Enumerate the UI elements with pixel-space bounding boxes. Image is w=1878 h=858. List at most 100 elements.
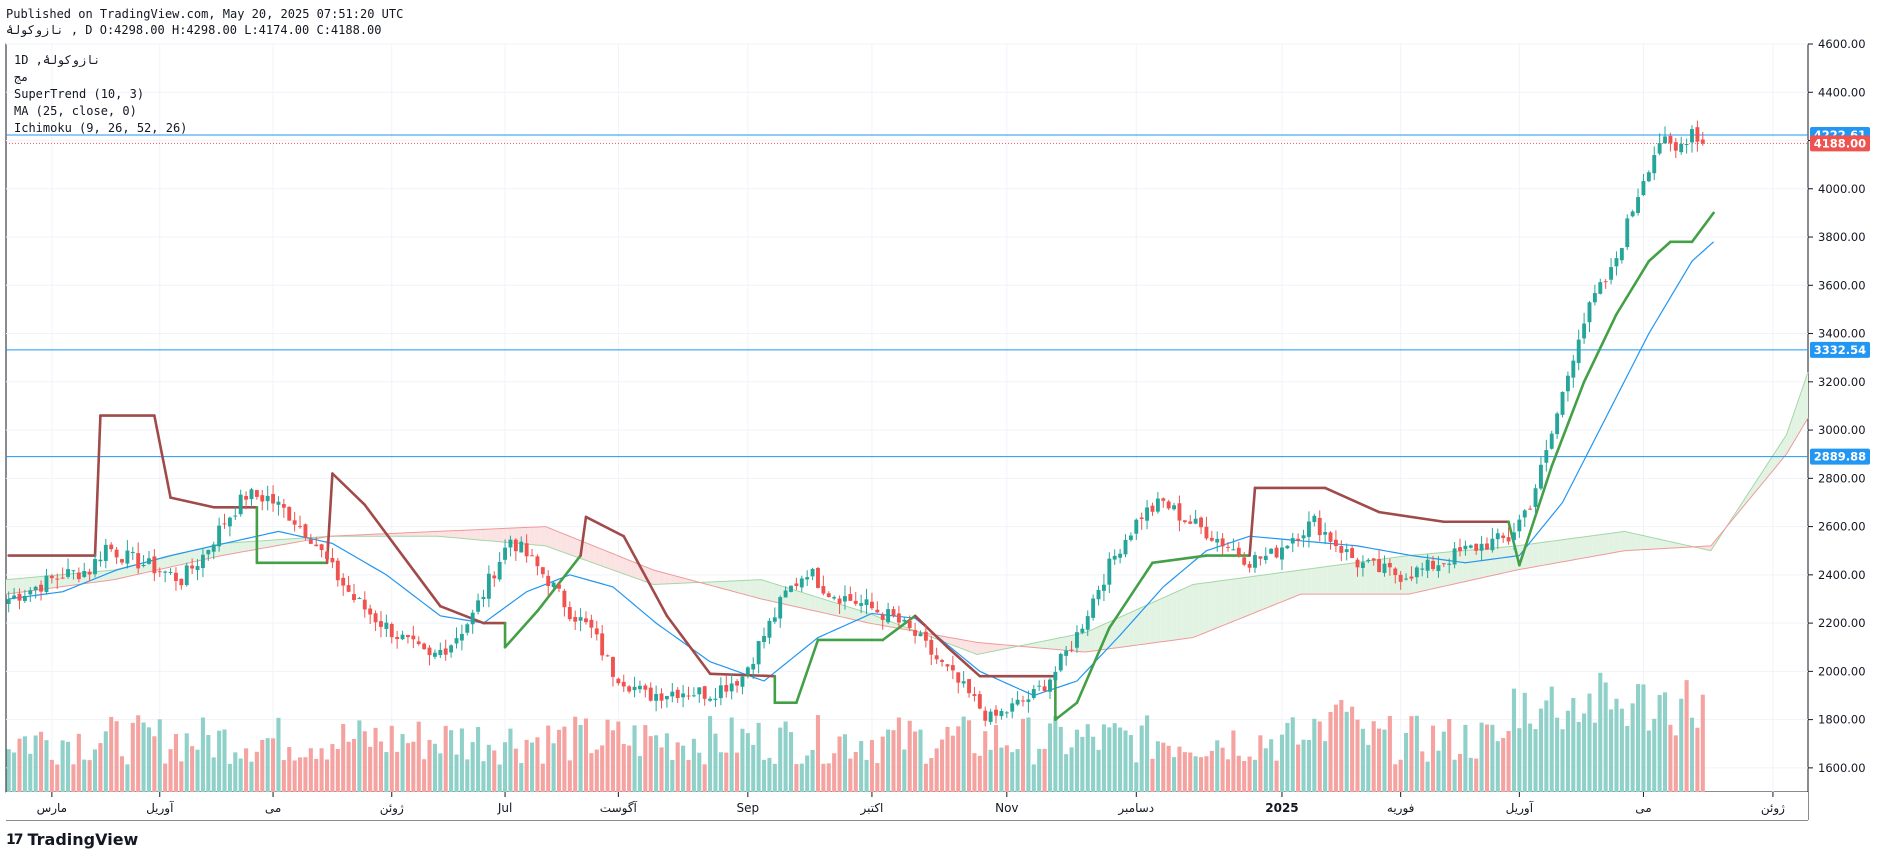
supertrend-segment	[1248, 486, 1257, 557]
cloud-segment	[1532, 542, 1539, 568]
volume-bar	[260, 739, 265, 792]
candle-body	[1280, 547, 1284, 560]
volume-bar	[1074, 729, 1079, 792]
volume-bar	[1560, 729, 1565, 792]
candle-body	[524, 543, 529, 557]
volume-bar	[1139, 725, 1144, 792]
volume-bar	[578, 724, 583, 792]
x-tick-label: Jul	[497, 801, 512, 815]
candle-body	[1091, 598, 1096, 618]
candle-body	[907, 620, 912, 628]
volume-bar	[1161, 742, 1166, 792]
x-tick-label: مارس	[37, 801, 68, 816]
candle-body	[918, 633, 923, 637]
price-chart[interactable]: 1600.00 1800.00 2000.00 2200.00 2400.00 2600.…	[0, 0, 1878, 858]
volume-bar	[1258, 735, 1263, 792]
volume-bar	[443, 725, 448, 792]
candle-body	[1145, 507, 1150, 521]
volume-bar	[1323, 741, 1328, 792]
legend-ma[interactable]: MA (25, close, 0)	[14, 103, 187, 120]
candle-body	[654, 693, 659, 701]
candle-body	[422, 643, 427, 650]
candle-body	[459, 633, 464, 641]
cloud-segment	[1559, 539, 1566, 563]
volume-bar	[1398, 759, 1403, 792]
candle-body	[6, 599, 11, 604]
cloud-segment	[1165, 594, 1172, 642]
candle-body	[1064, 650, 1069, 656]
cloud-segment	[443, 530, 449, 538]
candle-body	[816, 567, 820, 588]
candle-body	[1204, 526, 1209, 539]
candle-body	[341, 577, 346, 586]
candle-body	[71, 570, 76, 572]
volume-bar	[1377, 728, 1382, 792]
candle-body	[1037, 685, 1042, 687]
volume-bar	[1020, 718, 1026, 792]
candle-body	[1253, 555, 1257, 568]
candle-body	[945, 664, 950, 667]
legend-volume[interactable]: مج	[14, 69, 187, 86]
volume-bar	[567, 760, 572, 792]
supertrend-segment	[325, 472, 334, 565]
tradingview-logo[interactable]: 17 TradingView	[6, 830, 138, 849]
candle-body	[643, 685, 648, 690]
volume-bar	[217, 730, 222, 792]
candle-body	[1425, 559, 1430, 571]
cloud-segment	[1495, 547, 1501, 575]
cloud-segment	[1586, 535, 1593, 558]
candle-body	[983, 710, 988, 721]
candle-body	[206, 549, 211, 555]
cloud-segment	[1160, 596, 1166, 642]
volume-bar	[1436, 750, 1441, 792]
volume-bar	[1274, 760, 1279, 792]
supertrend-segment	[1647, 240, 1672, 263]
y-tick-label: 4600.00	[1818, 37, 1866, 51]
legend-supertrend[interactable]: SuperTrend (10, 3)	[14, 86, 187, 103]
volume-bar	[821, 763, 826, 792]
candle-body	[686, 695, 691, 697]
volume-bar	[1587, 693, 1592, 792]
volume-bar	[1463, 724, 1468, 792]
cloud-segment	[1047, 639, 1053, 650]
legend-ichimoku[interactable]: Ichimoku (9, 26, 52, 26)	[14, 120, 187, 137]
candle-body	[1565, 375, 1570, 392]
volume-bar	[1177, 746, 1182, 792]
cloud-segment	[1602, 533, 1609, 555]
volume-bar	[605, 719, 610, 792]
candle-body	[869, 601, 874, 609]
volume-bar	[1668, 724, 1673, 792]
candle-body	[1528, 508, 1533, 510]
volume-bar	[670, 759, 675, 792]
volume-bar	[972, 753, 977, 792]
volume-bar	[616, 721, 621, 792]
volume-bar	[49, 759, 54, 792]
cloud-segment	[464, 529, 470, 540]
volume-bar	[600, 745, 605, 792]
y-tick-label: 1800.00	[1818, 713, 1866, 727]
candle-body	[1247, 564, 1252, 568]
volume-bar	[788, 732, 794, 792]
candle-body	[902, 619, 907, 622]
candle-body	[1215, 538, 1220, 543]
volume-bar	[1404, 732, 1409, 792]
volume-bar	[1150, 758, 1155, 792]
cloud-segment	[658, 571, 665, 585]
candle-body	[772, 617, 777, 622]
volume-bar	[1058, 726, 1063, 792]
candle-body	[1263, 555, 1268, 560]
cloud-segment	[1543, 541, 1550, 566]
volume-bar	[1118, 727, 1123, 792]
legend-symbol[interactable]: 1D ,نازوکولۀ	[14, 52, 187, 69]
candle-body	[1220, 538, 1225, 547]
x-tick-label: Sep	[737, 801, 760, 815]
volume-bar	[643, 725, 648, 792]
volume-bar	[740, 728, 745, 792]
candle-body	[1355, 559, 1360, 568]
cloud-segment	[1295, 570, 1301, 597]
volume-bar	[184, 733, 189, 792]
volume-bar	[330, 744, 335, 792]
volume-bar	[130, 722, 135, 792]
candle-body	[190, 565, 195, 569]
cloud-segment	[103, 570, 109, 582]
